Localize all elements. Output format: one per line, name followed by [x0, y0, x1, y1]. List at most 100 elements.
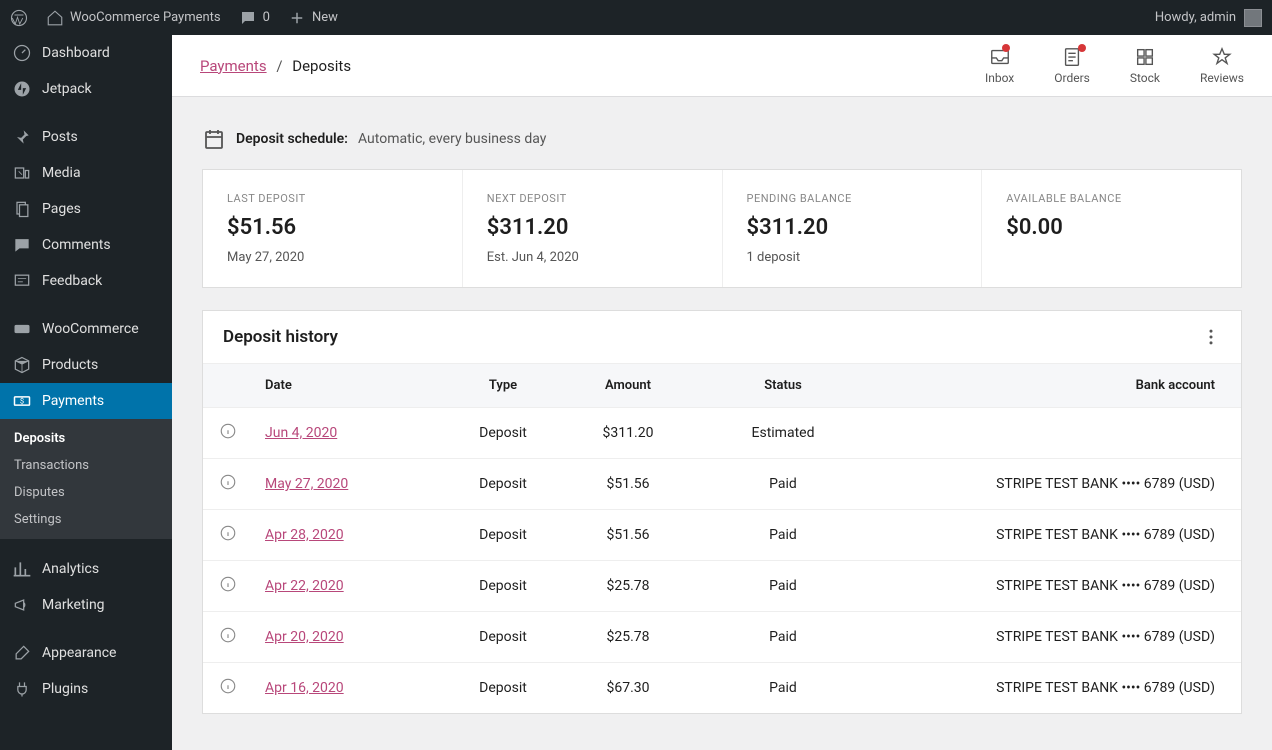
sidebar-item-posts[interactable]: Posts — [0, 119, 172, 155]
stats-icon — [12, 559, 32, 579]
sidebar-item-appearance[interactable]: Appearance — [0, 635, 172, 671]
sidebar-item-media[interactable]: Media — [0, 155, 172, 191]
brush-icon — [12, 643, 32, 663]
submenu-item-settings[interactable]: Settings — [0, 506, 172, 533]
deposit-amount: $311.20 — [563, 411, 693, 455]
site-home[interactable]: WooCommerce Payments — [46, 9, 221, 27]
th-bank[interactable]: Bank account — [873, 364, 1241, 407]
summary-sub: May 27, 2020 — [227, 250, 438, 265]
card-title: Deposit history — [223, 327, 338, 347]
sidebar-item-label: Plugins — [42, 681, 88, 697]
new-label: New — [312, 10, 338, 25]
sidebar-item-label: Analytics — [42, 561, 99, 577]
table-header-row: Date Type Amount Status Bank account — [203, 364, 1241, 408]
summary-cell-0: LAST DEPOSIT$51.56May 27, 2020 — [203, 170, 463, 287]
summary-title: NEXT DEPOSIT — [487, 192, 698, 205]
info-icon[interactable] — [219, 422, 237, 440]
sidebar-item-label: Jetpack — [42, 81, 92, 97]
summary-amount: $0.00 — [1006, 215, 1217, 240]
submenu-item-disputes[interactable]: Disputes — [0, 479, 172, 506]
deposit-schedule: Deposit schedule: Automatic, every busin… — [202, 127, 1242, 151]
nav-reviews[interactable]: Reviews — [1200, 46, 1244, 85]
summary-amount: $311.20 — [747, 215, 958, 240]
deposit-status: Paid — [693, 513, 873, 557]
deposit-status: Paid — [693, 615, 873, 659]
deposit-date-link[interactable]: May 27, 2020 — [265, 476, 348, 492]
stock-icon — [1134, 46, 1156, 68]
sidebar-item-woocommerce[interactable]: WooCommerce — [0, 311, 172, 347]
sidebar-item-pages[interactable]: Pages — [0, 191, 172, 227]
summary-title: LAST DEPOSIT — [227, 192, 438, 205]
deposit-bank: STRIPE TEST BANK •••• 6789 (USD) — [873, 513, 1241, 557]
sidebar-item-jetpack[interactable]: Jetpack — [0, 71, 172, 107]
sidebar-item-products[interactable]: Products — [0, 347, 172, 383]
sidebar-item-dashboard[interactable]: Dashboard — [0, 35, 172, 71]
page-header: Payments / Deposits Inbox Orders Stock R… — [172, 35, 1272, 97]
deposit-bank: STRIPE TEST BANK •••• 6789 (USD) — [873, 666, 1241, 710]
deposit-date-link[interactable]: Jun 4, 2020 — [265, 425, 337, 441]
nav-orders[interactable]: Orders — [1054, 46, 1090, 85]
th-date[interactable]: Date — [253, 364, 443, 407]
star-icon — [1211, 46, 1233, 68]
sidebar-item-analytics[interactable]: Analytics — [0, 551, 172, 587]
deposit-status: Paid — [693, 666, 873, 710]
megaphone-icon — [12, 595, 32, 615]
jetpack-icon — [12, 79, 32, 99]
overflow-menu-icon[interactable] — [1201, 327, 1221, 347]
sidebar-item-marketing[interactable]: Marketing — [0, 587, 172, 623]
sidebar-item-label: Products — [42, 357, 98, 373]
avatar[interactable] — [1244, 9, 1262, 27]
nav-inbox[interactable]: Inbox — [985, 46, 1014, 85]
payments-submenu: DepositsTransactionsDisputesSettings — [0, 419, 172, 539]
info-icon[interactable] — [219, 473, 237, 491]
info-icon[interactable] — [219, 626, 237, 644]
deposit-amount: $25.78 — [563, 615, 693, 659]
home-icon — [46, 9, 64, 27]
submenu-item-deposits[interactable]: Deposits — [0, 425, 172, 452]
summary-title: AVAILABLE BALANCE — [1006, 192, 1217, 205]
sidebar-item-label: Media — [42, 165, 81, 181]
sidebar-item-comments[interactable]: Comments — [0, 227, 172, 263]
nav-stock[interactable]: Stock — [1130, 46, 1160, 85]
notification-dot — [1078, 44, 1086, 52]
sidebar-item-payments[interactable]: $Payments — [0, 383, 172, 419]
sidebar-item-feedback[interactable]: Feedback — [0, 263, 172, 299]
table-row: Jun 4, 2020 Deposit$311.20Estimated — [203, 408, 1241, 459]
deposit-date-link[interactable]: Apr 22, 2020 — [265, 578, 344, 594]
wp-logo[interactable] — [10, 9, 28, 27]
table-row: Apr 22, 2020Deposit$25.78PaidSTRIPE TEST… — [203, 561, 1241, 612]
deposit-status: Paid — [693, 564, 873, 608]
deposit-date-link[interactable]: Apr 28, 2020 — [265, 527, 344, 543]
new-content[interactable]: New — [288, 9, 338, 27]
sidebar-item-label: Comments — [42, 237, 111, 253]
info-icon[interactable] — [219, 575, 237, 593]
info-icon[interactable] — [219, 677, 237, 695]
calendar-icon — [202, 127, 226, 151]
deposit-status: Estimated — [693, 411, 873, 455]
deposit-status: Paid — [693, 462, 873, 506]
th-type[interactable]: Type — [443, 364, 563, 407]
comments-shortcut[interactable]: 0 — [239, 9, 270, 27]
sidebar-item-plugins[interactable]: Plugins — [0, 671, 172, 707]
breadcrumb-parent[interactable]: Payments — [200, 57, 267, 75]
deposit-type: Deposit — [443, 564, 563, 608]
th-amount[interactable]: Amount — [563, 364, 693, 407]
deposit-type: Deposit — [443, 411, 563, 455]
deposit-bank: STRIPE TEST BANK •••• 6789 (USD) — [873, 564, 1241, 608]
deposit-bank: STRIPE TEST BANK •••• 6789 (USD) — [873, 615, 1241, 659]
sidebar-item-label: Marketing — [42, 597, 105, 613]
submenu-item-transactions[interactable]: Transactions — [0, 452, 172, 479]
deposit-date-link[interactable]: Apr 16, 2020 — [265, 680, 344, 696]
info-icon[interactable] — [219, 524, 237, 542]
pin-icon — [12, 127, 32, 147]
sidebar-item-label: Payments — [42, 393, 104, 409]
breadcrumb: Payments / Deposits — [200, 57, 351, 75]
howdy-text[interactable]: Howdy, admin — [1155, 10, 1236, 25]
plug-icon — [12, 679, 32, 699]
deposit-date-link[interactable]: Apr 20, 2020 — [265, 629, 344, 645]
table-row: Apr 28, 2020Deposit$51.56PaidSTRIPE TEST… — [203, 510, 1241, 561]
plus-icon — [288, 9, 306, 27]
th-status[interactable]: Status — [693, 364, 873, 407]
comment-icon — [239, 9, 257, 27]
media-icon — [12, 163, 32, 183]
